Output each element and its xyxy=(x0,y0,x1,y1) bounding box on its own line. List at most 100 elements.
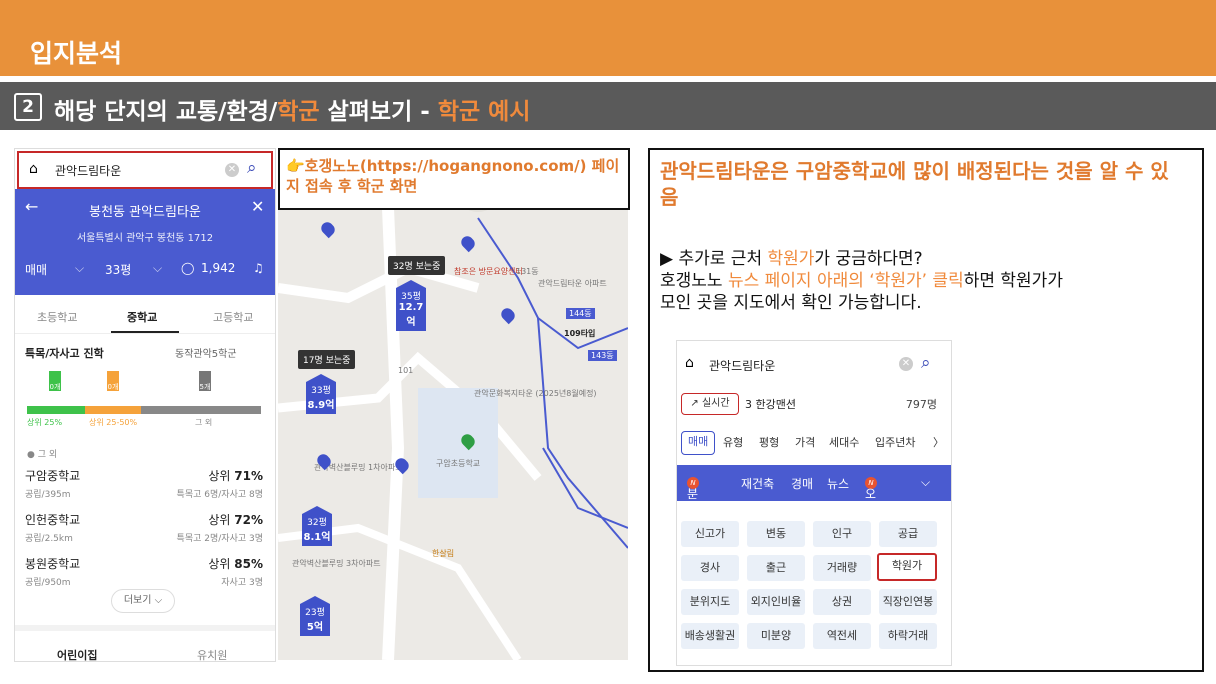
nav-news[interactable]: 뉴스 xyxy=(827,475,849,492)
chevron-down-icon: ⌵ xyxy=(153,261,163,275)
price-marker[interactable]: 23평 5억 xyxy=(300,596,330,636)
clear-icon[interactable]: ✕ xyxy=(899,357,913,371)
more-button[interactable]: 더보기 ⌵ xyxy=(111,589,175,613)
map-place-label: 131동 xyxy=(516,267,539,276)
school-detail: 자사고 3명 xyxy=(221,578,263,588)
school-detail: 특목고 2명/자사고 3명 xyxy=(176,534,263,544)
menu-population[interactable]: 인구 xyxy=(813,521,871,547)
school-panel-screenshot: ⌂ 관악드림타운 ✕ ⌕ ← 봉천동 관악드림타운 ✕ 서울특별시 관악구 봉천… xyxy=(14,148,276,662)
bar-label: 상위 25% xyxy=(27,418,63,427)
home-icon: ⌂ xyxy=(29,161,38,177)
menu-volume[interactable]: 거래량 xyxy=(813,555,871,581)
realtime-button[interactable]: ↗ 실시간 xyxy=(681,393,739,415)
apartment-header: ← 봉천동 관악드림타운 ✕ 서울특별시 관악구 봉천동 1712 매매 ⌵ 3… xyxy=(15,189,275,295)
section-title: 해당 단지의 교통/환경/학군 살펴보기 - 학군 예시 xyxy=(54,99,531,125)
menu-academy[interactable]: 학원가 xyxy=(877,553,937,581)
apartment-name: 봉천동 관악드림타운 xyxy=(89,205,201,220)
hogangnono-menu-screenshot: ⌂ 관악드림타운 ✕ ⌕ ↗ 실시간 3 한강맨션 797명 매매 유형 평형 … xyxy=(676,340,952,666)
map-place-label: 관악벽산블루밍 3차아파트 xyxy=(292,559,381,568)
clear-icon[interactable]: ✕ xyxy=(225,163,239,177)
deal-type-select[interactable]: 매매 xyxy=(25,261,47,278)
chevron-down-icon: ⌵ xyxy=(75,261,85,275)
menu-reverse-jeonse[interactable]: 역전세 xyxy=(813,623,871,649)
chevron-right-icon[interactable]: 〉 xyxy=(933,434,944,456)
realtime-count: 797명 xyxy=(905,398,937,411)
map-place-label: 109타입 xyxy=(564,329,596,338)
tab-middle[interactable]: 중학교 xyxy=(127,309,157,325)
map-place-label: 구암초등학교 xyxy=(436,459,481,468)
section-heading: 특목/자사고 진학 xyxy=(25,347,104,360)
filter-age[interactable]: 입주년차 xyxy=(875,434,915,456)
tab-daycare[interactable]: 어린이집 xyxy=(57,647,97,661)
rank-bar-other xyxy=(141,406,261,414)
rank-bar-top25 xyxy=(27,406,85,414)
price-marker[interactable]: 32평 8.1억 xyxy=(302,506,332,546)
menu-supply[interactable]: 공급 xyxy=(879,521,937,547)
bar-label: 상위 25-50% xyxy=(89,418,138,427)
realtime-row[interactable]: ↗ 실시간 3 한강맨션 797명 xyxy=(681,393,943,415)
rank-bar-25-50 xyxy=(85,406,141,414)
filter-type[interactable]: 유형 xyxy=(723,434,743,456)
school-district: 동작관악5학군 xyxy=(175,349,237,360)
school-distance: 공립/950m xyxy=(25,578,71,588)
chevron-down-icon[interactable]: ⌵ xyxy=(921,475,930,490)
search-bar[interactable]: ⌂ 관악드림타운 ✕ ⌕ xyxy=(17,151,273,189)
size-select[interactable]: 33평 xyxy=(105,261,131,278)
search-icon[interactable]: ⌕ xyxy=(247,158,257,178)
menu-delivery[interactable]: 배송생활권 xyxy=(681,623,739,649)
map-place-label: 참조은 방문요양센터 xyxy=(454,267,523,276)
filter-households[interactable]: 세대수 xyxy=(829,434,859,456)
active-tab-underline xyxy=(111,331,179,333)
menu-outsider-ratio[interactable]: 외지인비율 xyxy=(747,589,805,615)
nav-presale[interactable]: 분양 N xyxy=(687,475,699,518)
tab-elementary[interactable]: 초등학교 xyxy=(37,309,77,325)
flag-marker: 0개 xyxy=(107,371,119,393)
school-tabs: 초등학교 중학교 고등학교 xyxy=(15,301,275,334)
menu-commercial[interactable]: 상권 xyxy=(813,589,871,615)
map-place-label: 한살림 xyxy=(432,549,455,558)
flag-marker: 5개 xyxy=(199,371,211,393)
divider xyxy=(15,625,275,631)
school-rank: 상위 72% xyxy=(208,513,263,527)
menu-slope[interactable]: 경사 xyxy=(681,555,739,581)
nav-today[interactable]: 오늘 N xyxy=(865,475,877,518)
viewer-count-label: 17명 보는중 xyxy=(298,350,356,369)
menu-salary[interactable]: 직장인연봉 xyxy=(879,589,937,615)
close-icon[interactable]: ✕ xyxy=(251,197,264,216)
map-place-label: 101 xyxy=(398,366,414,375)
flag-marker: 0개 xyxy=(49,371,61,393)
school-detail: 특목고 6명/자사고 8명 xyxy=(176,490,263,500)
search-input[interactable]: 관악드림타운 xyxy=(55,162,121,179)
filter-size[interactable]: 평형 xyxy=(759,434,779,456)
map-place-label: 143동 xyxy=(588,350,617,361)
price-marker[interactable]: 33평 8.9억 xyxy=(306,374,336,414)
panel-heading: 관악드림타운은 구암중학교에 많이 배정된다는 것을 알 수 있음 xyxy=(660,159,1169,209)
home-icon: ⌂ xyxy=(685,355,694,371)
filter-deal[interactable]: 매매 xyxy=(681,431,716,455)
search-bar[interactable]: ⌂ 관악드림타운 ✕ ⌕ xyxy=(677,341,951,385)
bar-label: 그 외 xyxy=(195,418,213,427)
search-input[interactable]: 관악드림타운 xyxy=(709,357,775,374)
map-place-label: 관악문화복지타운 (2025년8월예정) xyxy=(474,389,597,398)
price-marker[interactable]: 35평 12.7억 xyxy=(396,280,426,331)
tab-kindergarten[interactable]: 유치원 xyxy=(197,647,227,661)
menu-new-high[interactable]: 신고가 xyxy=(681,521,739,547)
bell-icon[interactable]: ♫ xyxy=(253,261,264,275)
school-distance: 공립/2.5km xyxy=(25,534,73,544)
menu-price-drop[interactable]: 하락거래 xyxy=(879,623,937,649)
menu-unsold[interactable]: 미분양 xyxy=(747,623,805,649)
search-icon[interactable]: ⌕ xyxy=(921,353,931,373)
realtime-item: 3 한강맨션 xyxy=(745,398,796,411)
menu-change[interactable]: 변동 xyxy=(747,521,805,547)
filter-price[interactable]: 가격 xyxy=(795,434,815,456)
comment-icon[interactable]: ◯ xyxy=(181,261,194,275)
nav-auction[interactable]: 경매 xyxy=(791,475,813,492)
tab-high[interactable]: 고등학교 xyxy=(213,309,253,325)
nav-rebuild[interactable]: 재건축 xyxy=(741,475,774,492)
menu-distribution[interactable]: 분위지도 xyxy=(681,589,739,615)
map-view[interactable]: 32명 보는중 35평 12.7억 17명 보는중 33평 8.9억 32평 8.1억… xyxy=(278,148,628,660)
viewer-count-label: 32명 보는중 xyxy=(388,256,446,275)
school-rank: 상위 85% xyxy=(208,557,263,571)
menu-commute[interactable]: 출근 xyxy=(747,555,805,581)
school-name: 인헌중학교 xyxy=(25,513,81,527)
